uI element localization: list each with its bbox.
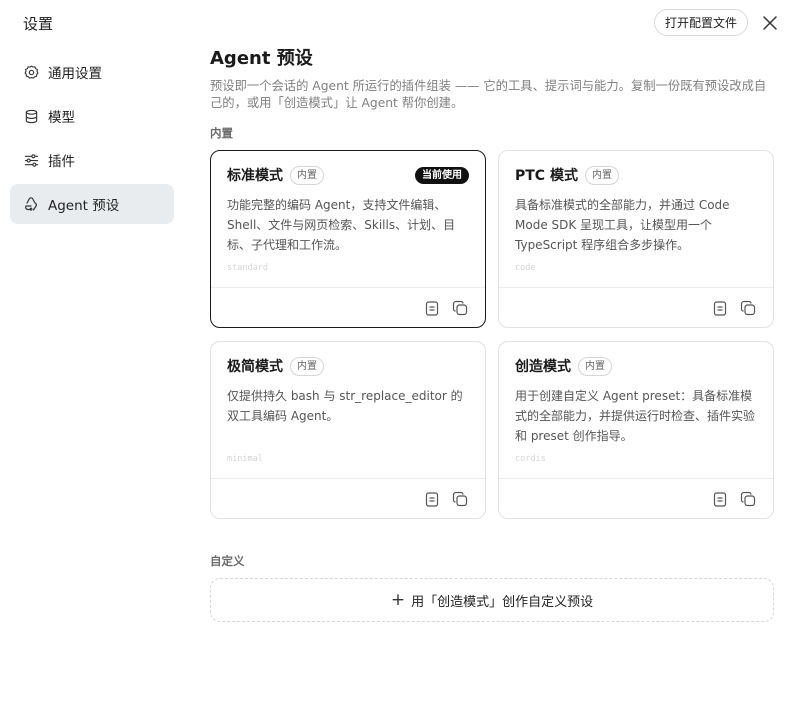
sidebar-item-models[interactable]: 模型 — [10, 96, 174, 136]
card-divider — [499, 478, 773, 479]
view-document-icon[interactable] — [423, 490, 441, 508]
card-divider — [499, 287, 773, 288]
builtin-badge: 内置 — [290, 356, 324, 376]
recycle-icon — [23, 196, 39, 212]
preset-title: 创造模式 — [515, 359, 571, 375]
page-title: Agent 预设 — [210, 48, 313, 69]
sidebar-item-label: Agent 预设 — [48, 198, 120, 214]
preset-id: minimal — [227, 454, 263, 464]
copy-icon[interactable] — [451, 299, 469, 317]
sidebar-item-general[interactable]: 通用设置 — [10, 52, 174, 92]
sidebar-item-agent-presets[interactable]: Agent 预设 — [10, 184, 174, 224]
card-divider — [211, 287, 485, 288]
preset-title: PTC 模式 — [515, 168, 578, 184]
preset-description: 具备标准模式的全部能力，并通过 Code Mode SDK 呈现工具，让模型用一… — [515, 198, 730, 252]
sidebar-item-label: 模型 — [48, 110, 75, 126]
preset-id: code — [515, 263, 536, 273]
preset-card-minimal[interactable]: 极简模式 内置 仅提供持久 bash 与 str_replace_editor … — [210, 341, 486, 519]
card-divider — [211, 478, 485, 479]
view-document-icon[interactable] — [711, 299, 729, 317]
sidebar-item-plugins[interactable]: 插件 — [10, 140, 174, 180]
custom-section-label: 自定义 — [210, 554, 245, 568]
sidebar-item-label: 通用设置 — [48, 66, 102, 82]
sidebar-item-label: 插件 — [48, 154, 75, 170]
preset-description: 仅提供持久 bash 与 str_replace_editor 的双工具编码 A… — [227, 389, 463, 423]
preset-card-standard[interactable]: 标准模式 内置 当前使用 功能完整的编码 Agent，支持文件编辑、Shell、… — [210, 150, 486, 328]
preset-id: standard — [227, 263, 268, 273]
view-document-icon[interactable] — [423, 299, 441, 317]
preset-description: 用于创建自定义 Agent preset：具备标准模式的全部能力，并提供运行时检… — [515, 389, 756, 443]
sliders-icon — [23, 152, 39, 168]
plus-icon: + — [390, 590, 406, 610]
copy-icon[interactable] — [739, 490, 757, 508]
copy-icon[interactable] — [451, 490, 469, 508]
gear-icon — [23, 64, 39, 80]
create-custom-preset-button[interactable]: + 用「创造模式」创作自定义预设 — [210, 578, 774, 622]
preset-title: 极简模式 — [227, 359, 283, 375]
preset-title: 标准模式 — [227, 168, 283, 184]
builtin-badge: 内置 — [584, 165, 619, 185]
create-custom-preset-label: 用「创造模式」创作自定义预设 — [411, 594, 594, 610]
open-config-file-button[interactable]: 打开配置文件 — [654, 9, 748, 36]
preset-card-ptc[interactable]: PTC 模式 内置 具备标准模式的全部能力，并通过 Code Mode SDK … — [498, 150, 774, 328]
view-document-icon[interactable] — [711, 490, 729, 508]
copy-icon[interactable] — [739, 299, 757, 317]
settings-sidebar: 通用设置 模型 插件 Agent 预设 — [10, 52, 174, 228]
preset-description: 功能完整的编码 Agent，支持文件编辑、Shell、文件与网页检索、Skill… — [227, 198, 456, 252]
builtin-badge: 内置 — [290, 165, 324, 185]
builtin-section-label: 内置 — [210, 126, 233, 140]
current-badge: 当前使用 — [415, 167, 469, 184]
close-icon[interactable] — [760, 13, 780, 33]
builtin-badge: 内置 — [578, 356, 612, 376]
database-icon — [23, 108, 39, 124]
settings-title: 设置 — [23, 15, 54, 33]
preset-id: cordis — [515, 454, 546, 464]
preset-card-creator[interactable]: 创造模式 内置 用于创建自定义 Agent preset：具备标准模式的全部能力… — [498, 341, 774, 519]
page-description: 预设即一个会话的 Agent 所运行的插件组装 —— 它的工具、提示词与能力。复… — [210, 79, 767, 110]
